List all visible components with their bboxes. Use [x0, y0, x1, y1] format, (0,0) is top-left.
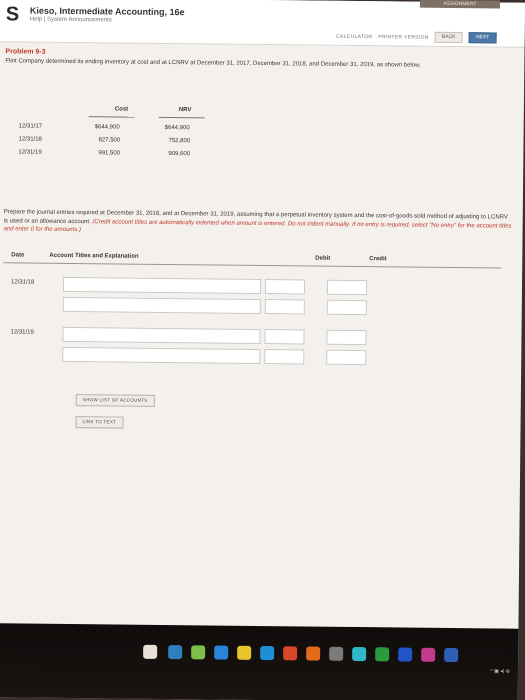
date-header: Date	[11, 252, 25, 259]
entry-date: 12/31/19	[10, 329, 34, 336]
show-list-of-accounts-button[interactable]: SHOW LIST OF ACCOUNTS	[75, 394, 155, 407]
app-icon[interactable]	[329, 646, 344, 661]
account-title-input[interactable]	[62, 276, 262, 294]
browser-window: ASSIGNMENT S Kieso, Intermediate Account…	[0, 0, 525, 700]
row-cost: $644,900	[94, 124, 120, 131]
problem-number: Problem 9-3	[5, 48, 46, 56]
credit-input[interactable]	[326, 279, 368, 296]
toolbar: CALCULATOR PRINTER VERSION BACK NEXT	[336, 31, 497, 44]
nrv-underline	[158, 116, 205, 119]
nrv-header: NRV	[178, 107, 192, 114]
problem-description: Flint Company determined its ending inve…	[5, 58, 421, 69]
next-button[interactable]: NEXT	[468, 32, 497, 44]
chrome-icon[interactable]	[237, 645, 252, 660]
book-title: Kieso, Intermediate Accounting, 16e	[29, 5, 185, 18]
skype-icon[interactable]	[375, 647, 390, 662]
debit-input[interactable]	[264, 329, 305, 345]
row-cost: 991,500	[98, 150, 121, 157]
row-cost: 827,500	[98, 137, 121, 144]
account-header: Account Titles and Explanation	[49, 252, 139, 260]
account-title-input[interactable]	[62, 326, 261, 344]
printer-version-link[interactable]: PRINTER VERSION	[378, 34, 428, 41]
word-icon[interactable]	[421, 647, 436, 662]
credit-input[interactable]	[326, 349, 367, 366]
cost-header: Cost	[114, 106, 129, 113]
inventory-table: Cost NRV 12/31/17 $644,900 $644,900 12/3…	[18, 105, 319, 157]
header-divider	[3, 262, 502, 269]
account-title-input[interactable]	[62, 346, 261, 364]
table-row: 12/31/18 827,500 752,800	[18, 136, 318, 149]
credit-header: Credit	[369, 256, 387, 263]
system-tray[interactable]: ^ ▣ ◂) ⊕	[490, 668, 510, 674]
row-nrv: 909,600	[168, 151, 191, 158]
app-icon[interactable]	[260, 646, 275, 661]
assignment-tab[interactable]: ASSIGNMENT	[419, 0, 501, 9]
entry-date: 12/31/18	[10, 279, 35, 286]
debit-input[interactable]	[264, 279, 306, 295]
back-button[interactable]: BACK	[434, 31, 463, 44]
debit-input[interactable]	[264, 349, 305, 365]
row-date: 12/31/18	[18, 136, 42, 143]
debit-header: Debit	[315, 255, 331, 262]
help-links[interactable]: Help | System Announcements	[30, 17, 112, 24]
credit-input[interactable]	[326, 299, 367, 316]
table-row: 12/31/19 991,500 909,600	[18, 149, 318, 162]
top-bar: ASSIGNMENT S Kieso, Intermediate Account…	[0, 0, 525, 48]
row-date: 12/31/19	[18, 149, 42, 156]
debit-input[interactable]	[264, 299, 305, 315]
app-icon[interactable]	[306, 646, 321, 661]
table-row: 12/31/17 $644,900 $644,900	[19, 123, 319, 136]
edge-icon[interactable]	[168, 645, 183, 660]
app-icon[interactable]	[352, 646, 367, 662]
instructions: Prepare the journal entries required at …	[4, 208, 514, 239]
taskbar	[0, 623, 519, 700]
calculator-link[interactable]: CALCULATOR	[336, 33, 372, 39]
account-title-input[interactable]	[62, 296, 261, 314]
row-nrv: 752,800	[168, 138, 191, 145]
wileyplus-logo: S	[5, 3, 20, 26]
credit-input[interactable]	[326, 329, 367, 346]
app-icon[interactable]	[191, 645, 206, 660]
cost-underline	[88, 116, 135, 118]
row-nrv: $644,900	[164, 124, 190, 132]
app-icon[interactable]	[283, 646, 298, 661]
row-date: 12/31/17	[18, 123, 43, 130]
link-to-text-button[interactable]: LINK TO TEXT	[75, 416, 124, 429]
app-icon[interactable]	[398, 647, 413, 662]
ie-icon[interactable]	[214, 645, 229, 660]
file-explorer-icon[interactable]	[143, 644, 158, 659]
app-icon[interactable]	[444, 647, 459, 663]
